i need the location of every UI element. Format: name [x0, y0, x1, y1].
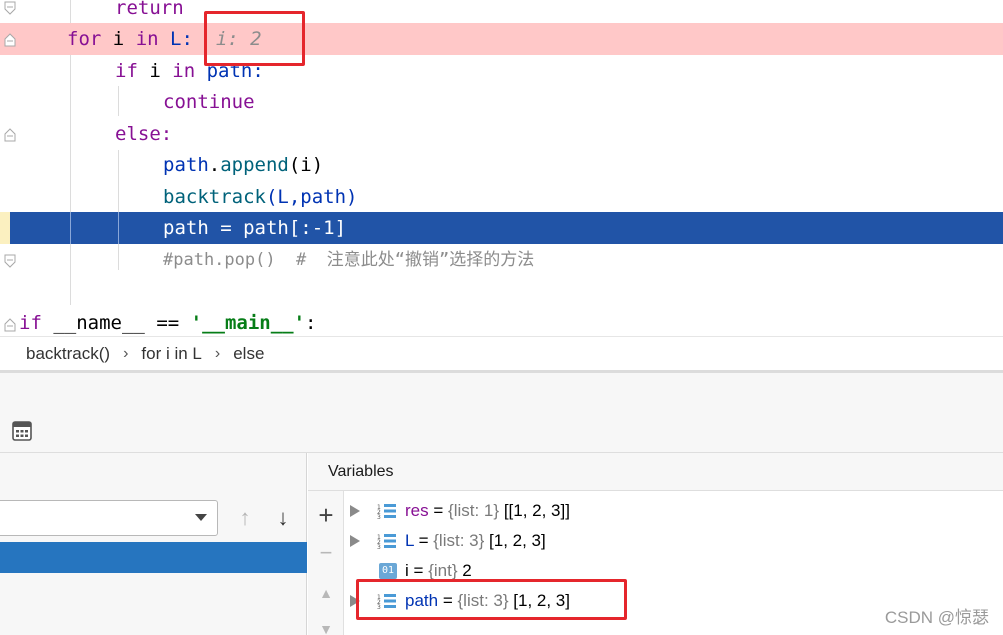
add-watch-button[interactable]: +: [314, 502, 338, 528]
keyword-else: else:: [115, 123, 173, 145]
indent-guide: [118, 212, 119, 244]
annotation-box-hint: [204, 11, 305, 66]
breadcrumb-separator: ›: [123, 344, 129, 362]
append-call: append: [220, 154, 289, 176]
fold-end-icon[interactable]: [4, 254, 16, 268]
breadcrumb: backtrack() › for i in L › else: [0, 336, 1003, 370]
indent-guide: [70, 212, 71, 244]
main-string: '__main__': [190, 312, 306, 334]
variables-toolbar: + − ▲ ▼: [308, 491, 344, 635]
backtrack-call: backtrack: [163, 186, 266, 208]
code-line-backtrack-call[interactable]: backtrack(L,path): [0, 181, 1003, 213]
code-line-append[interactable]: path.append(i): [0, 149, 1003, 181]
code-line-if[interactable]: if i in path:: [0, 55, 1003, 87]
keyword-if: if: [115, 60, 138, 82]
selected-frame-row[interactable]: [0, 542, 307, 573]
code-line-continue[interactable]: continue: [0, 86, 1003, 118]
variable-value: [1, 2, 3]: [489, 531, 546, 550]
breadcrumb-item-else[interactable]: else: [233, 344, 264, 364]
code-line-return[interactable]: return: [0, 0, 1003, 24]
thread-selector[interactable]: [0, 500, 218, 536]
fold-start-icon[interactable]: [4, 318, 16, 332]
path-object: path: [163, 154, 209, 176]
loop-variable: i: [112, 28, 125, 50]
remove-watch-button[interactable]: −: [314, 541, 338, 565]
code-line-for-loop[interactable]: for i in L: i: 2: [0, 23, 1003, 55]
variables-pane: Variables + − ▲ ▼ 123 res = {list: 1} [[…: [308, 453, 1003, 635]
next-frame-button[interactable]: ↓: [271, 505, 295, 531]
move-watch-down-button[interactable]: ▼: [314, 617, 338, 635]
expand-arrow-icon[interactable]: [350, 535, 360, 547]
variable-type: {list: 1}: [448, 501, 500, 520]
variable-value: 2: [462, 561, 472, 580]
code-line-else[interactable]: else:: [0, 118, 1003, 150]
fold-end-icon[interactable]: [4, 1, 16, 15]
variable-row-L[interactable]: 123 L = {list: 3} [1, 2, 3]: [344, 526, 1003, 556]
annotation-box-path: [356, 579, 627, 620]
code-line-main-guard[interactable]: if __name__ == '__main__':: [0, 307, 1003, 336]
fold-start-icon[interactable]: [4, 128, 16, 142]
fold-start-icon[interactable]: [4, 33, 16, 47]
svg-text:3: 3: [377, 544, 381, 550]
variable-name: res: [405, 501, 429, 520]
expand-arrow-icon[interactable]: [350, 505, 360, 517]
keyword-in: in: [135, 28, 159, 50]
code-comment: #path.pop() # 注意此处“撤销”选择的方法: [163, 250, 535, 270]
execution-marker: [0, 212, 10, 244]
code-editor[interactable]: return for i in L: i: 2 if i in path: co…: [0, 0, 1003, 336]
move-watch-up-button[interactable]: ▲: [314, 581, 338, 605]
code-line-current-execution[interactable]: path = path[:-1]: [0, 212, 1003, 244]
if-variable: i: [149, 60, 161, 82]
variable-type: {list: 3}: [433, 531, 485, 550]
previous-frame-button[interactable]: ↑: [233, 505, 257, 531]
slice-assignment: path = path[:-1]: [163, 217, 347, 239]
keyword-for: for: [67, 28, 102, 50]
keyword-if: if: [19, 312, 42, 334]
variable-value: [[1, 2, 3]]: [503, 501, 570, 520]
list-icon: 123: [377, 504, 396, 520]
list-icon: 123: [377, 534, 396, 550]
breadcrumb-separator: ›: [214, 344, 221, 362]
int-icon: 01: [379, 563, 397, 579]
svg-text:3: 3: [377, 514, 381, 520]
breadcrumb-item-function[interactable]: backtrack(): [26, 344, 110, 364]
variable-name: i: [405, 561, 409, 580]
dunder-name: __name__: [53, 312, 145, 334]
debug-toolbar: [0, 373, 1003, 453]
keyword-return: return: [115, 0, 184, 19]
code-line-comment[interactable]: #path.pop() # 注意此处“撤销”选择的方法: [0, 244, 1003, 276]
evaluate-expression-icon[interactable]: [12, 421, 32, 441]
variables-title: Variables: [308, 453, 1003, 491]
keyword-continue: continue: [163, 91, 255, 113]
chevron-down-icon[interactable]: [195, 514, 207, 521]
keyword-in: in: [172, 60, 196, 82]
watermark: CSDN @惊瑟: [884, 608, 989, 627]
variable-row-res[interactable]: 123 res = {list: 1} [[1, 2, 3]]: [344, 496, 1003, 526]
breadcrumb-item-loop[interactable]: for i in L: [141, 344, 201, 364]
frames-pane: ↑ ↓: [0, 453, 307, 635]
loop-target: L:: [170, 28, 193, 50]
variable-type: {int}: [428, 561, 458, 580]
variable-name: L: [405, 531, 414, 550]
